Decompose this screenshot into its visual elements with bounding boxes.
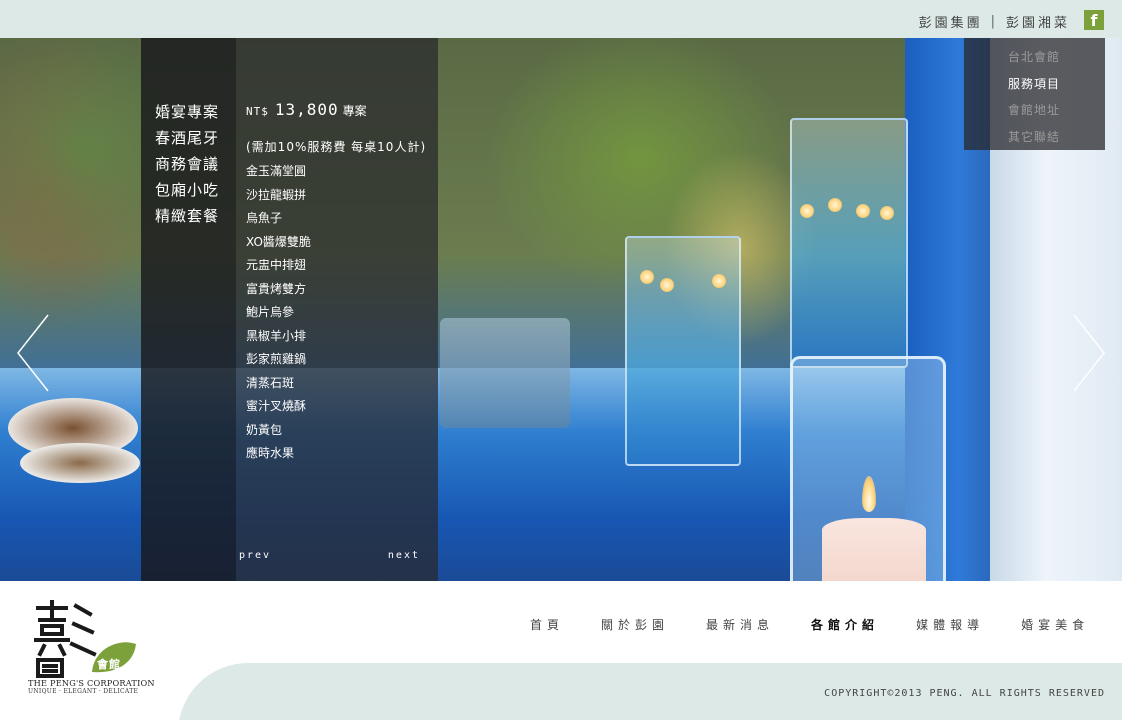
dish-item: 金玉滿堂圓: [246, 164, 307, 178]
hero-photo-light: [660, 278, 674, 292]
slider-next-arrow[interactable]: [1072, 313, 1106, 393]
category-nav: 婚宴專案 春酒尾牙 商務會議 包廂小吃 精緻套餐: [141, 38, 236, 581]
logo-corporation: THE PENG'S CORPORATION: [28, 678, 155, 688]
main-nav-item[interactable]: 關於彭園: [601, 616, 669, 633]
dish-item: 元盅中排翅: [246, 258, 307, 272]
hero-photo-light: [712, 274, 726, 288]
venue-subnav-item[interactable]: 會館地址: [1008, 97, 1060, 124]
category-nav-item[interactable]: 婚宴專案: [155, 99, 219, 125]
brand-logo[interactable]: 會館 THE PENG'S CORPORATION UNIQUE · ELEGA…: [28, 598, 163, 698]
main-nav-item[interactable]: 各館介紹: [811, 616, 879, 633]
dish-item: 奶黃包: [246, 422, 283, 437]
hero-photo-light: [856, 204, 870, 218]
menu-next-link[interactable]: next: [388, 550, 420, 561]
top-bar: 彭園集團 | 彭園湘菜 f: [0, 0, 1122, 38]
main-nav-item[interactable]: 首頁: [530, 616, 564, 633]
hero-photo-light: [640, 270, 654, 284]
category-nav-item[interactable]: 精緻套餐: [155, 203, 219, 229]
venue-subnav-item[interactable]: 服務項目: [1008, 71, 1060, 98]
venue-subnav-item[interactable]: 其它聯結: [1008, 124, 1060, 151]
venue-subnav: 台北會館 服務項目 會館地址 其它聯結: [964, 38, 1105, 150]
hero-photo-vase-2: [790, 118, 908, 368]
link-peng-group[interactable]: 彭園集團: [919, 12, 983, 31]
chevron-left-icon: [17, 314, 49, 392]
main-nav-item[interactable]: 婚宴美食: [1021, 616, 1089, 633]
link-peng-restaurant[interactable]: 彭園湘菜: [1006, 12, 1070, 31]
main-nav-item[interactable]: 媒體報導: [916, 616, 984, 633]
menu-prev-link[interactable]: prev: [239, 550, 271, 561]
category-nav-item[interactable]: 商務會議: [155, 151, 219, 177]
price-currency: NT$: [246, 105, 269, 118]
facebook-icon[interactable]: f: [1084, 10, 1104, 30]
dish-list: 金玉滿堂圓沙拉龍蝦拼烏魚子 XO醬爆雙脆 元盅中排翅富貴烤雙方鮑片烏參黑椒羊小排彭家…: [246, 160, 311, 466]
logo-tagline: UNIQUE · ELEGANT · DELICATE: [28, 688, 139, 695]
dish-item: 蜜汁叉燒酥: [246, 399, 307, 413]
dish-item: XO醬爆雙脆: [246, 234, 311, 249]
menu-service-note: (需加10%服務費 每桌10人計): [246, 140, 427, 154]
menu-price: NT$ 13,800 專案: [246, 100, 367, 119]
dish-item: 鮑片烏參: [246, 305, 295, 319]
link-separator: |: [990, 14, 998, 29]
dish-item: 黑椒羊小排: [246, 328, 307, 343]
main-nav: 首頁 關於彭園 最新消息 各館介紹 媒體報導 婚宴美食: [530, 616, 1089, 633]
chevron-right-icon: [1073, 314, 1105, 392]
copyright-text: COPYRIGHT©2013 PENG. ALL RIGHTS RESERVED: [824, 688, 1105, 699]
dish-item: 富貴烤雙方: [246, 281, 307, 296]
category-nav-item[interactable]: 春酒尾牙: [155, 125, 219, 151]
hero-photo-light: [800, 204, 814, 218]
hero-photo-jars: [440, 318, 570, 428]
dish-item: 彭家煎雞鍋: [246, 352, 307, 366]
hero-photo-candle: [822, 518, 926, 581]
hero-photo-light: [828, 198, 842, 212]
dish-item: 烏魚子: [246, 211, 283, 225]
price-amount: 13,800: [274, 100, 339, 119]
dish-item: 應時水果: [246, 446, 295, 460]
group-links: 彭園集團 | 彭園湘菜: [919, 12, 1070, 31]
dish-item: 沙拉龍蝦拼: [246, 187, 307, 202]
price-package-label: 專案: [342, 104, 367, 118]
slider-prev-arrow[interactable]: [16, 313, 50, 393]
category-nav-item[interactable]: 包廂小吃: [155, 177, 219, 203]
main-nav-item[interactable]: 最新消息: [706, 616, 774, 633]
hero-photo-bowl: [20, 443, 140, 483]
menu-panel: NT$ 13,800 專案 (需加10%服務費 每桌10人計) 金玉滿堂圓沙拉龍蝦拼…: [236, 38, 438, 581]
logo-hall-label: 會館: [97, 658, 121, 671]
hero-photo-light: [880, 206, 894, 220]
dish-item: 清蒸石斑: [246, 375, 295, 390]
venue-subnav-item[interactable]: 台北會館: [1008, 44, 1060, 71]
